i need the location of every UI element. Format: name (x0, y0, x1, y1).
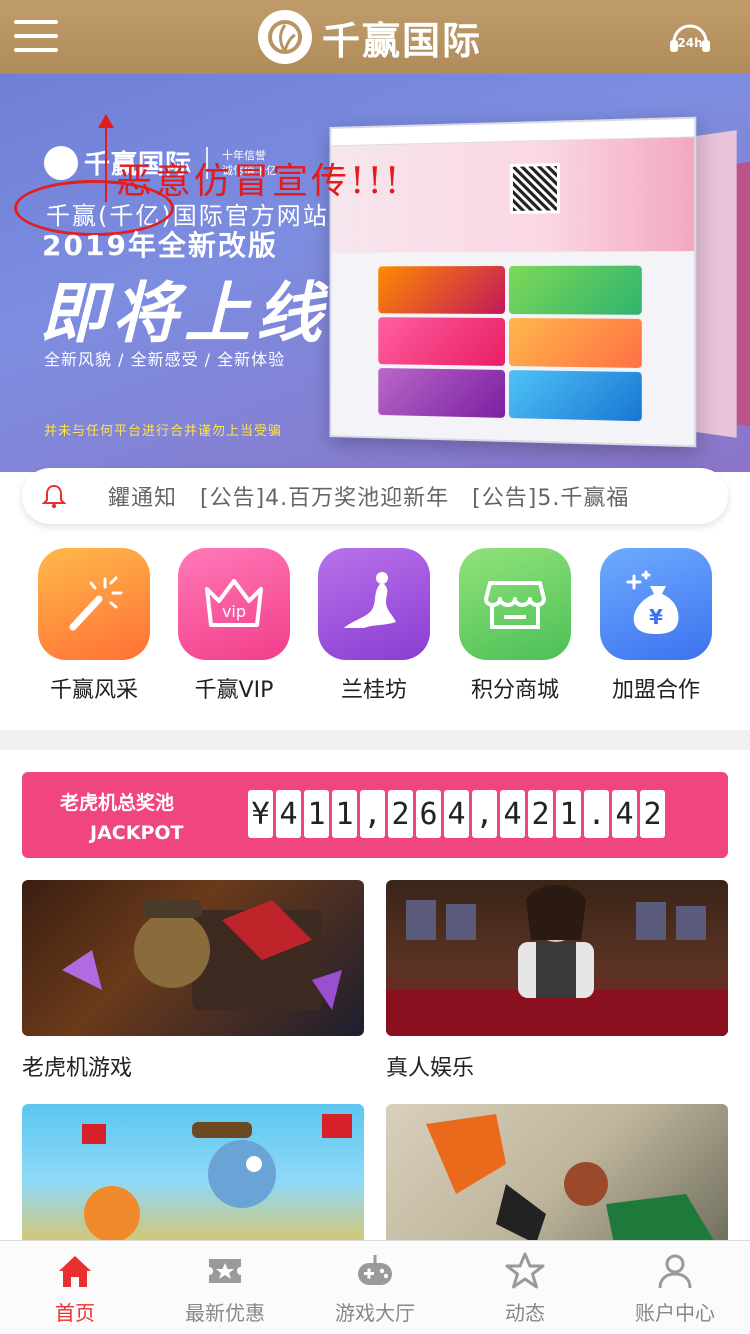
star-icon (505, 1251, 545, 1291)
jackpot-digit: 4 (612, 790, 637, 838)
bottom-tab-bar: 首页 最新优惠 游戏大厅 动态 账户中心 (0, 1240, 750, 1334)
tab-label: 动态 (505, 1301, 545, 1325)
jackpot-digit: 4 (276, 790, 301, 838)
jackpot-digit: ¥ (248, 790, 273, 838)
vip-crown-icon: vip (178, 548, 290, 660)
quick-link-shop[interactable]: 积分商城 (458, 548, 572, 704)
slots-thumbnail (22, 880, 364, 1036)
brand-logo[interactable]: 千赢国际 (258, 10, 482, 64)
jackpot-digit: 4 (444, 790, 469, 838)
jackpot-panel: 老虎机总奖池 JACKPOT ¥4 1 1, 2 6 4, 4 2 1. 4 2 (22, 772, 728, 858)
quick-link-label: 兰桂坊 (340, 678, 407, 703)
bell-icon (41, 484, 67, 509)
tab-promotions[interactable]: 最新优惠 (150, 1241, 300, 1334)
section-divider (0, 730, 750, 750)
jackpot-digit: 4 (500, 790, 525, 838)
shop-icon (459, 548, 571, 660)
jackpot-amount: ¥4 1 1, 2 6 4, 4 2 1. 4 2 (248, 790, 668, 838)
lady-silhouette-icon (318, 548, 430, 660)
hamburger-menu-icon[interactable] (14, 16, 60, 56)
banner-disclaimer: 并未与任何平台进行合并谨勿上当受骗 (44, 424, 283, 439)
home-icon (55, 1251, 95, 1291)
jackpot-subtitle: JACKPOT (90, 822, 184, 844)
game-card-label: 真人娱乐 (386, 1056, 475, 1081)
svg-text:24h: 24h (677, 36, 702, 50)
live-casino-thumbnail (386, 880, 728, 1036)
money-bag-icon: ¥ (600, 548, 712, 660)
tab-home[interactable]: 首页 (0, 1241, 150, 1334)
notice-text: 鑺通知 [公告]4.百万奖池迎新年 [公告]5.千赢福 (108, 486, 630, 511)
jackpot-digit: 2 (528, 790, 553, 838)
quick-link-style[interactable]: 千赢风采 (37, 548, 151, 704)
jackpot-digit: 1 (304, 790, 329, 838)
annotation-arrow-icon (98, 114, 114, 202)
tab-label: 游戏大厅 (335, 1301, 415, 1325)
quick-link-label: 积分商城 (470, 678, 559, 703)
ticket-star-icon (205, 1251, 245, 1291)
quick-link-label: 千赢风采 (49, 678, 138, 703)
quick-link-partner[interactable]: ¥ 加盟合作 (599, 548, 713, 704)
qr-code-icon (509, 162, 560, 214)
jackpot-digit: 6 (416, 790, 441, 838)
jackpot-digit: 2 (640, 790, 665, 838)
quick-link-label: 千赢VIP (194, 678, 274, 703)
jackpot-digit: 1 (332, 790, 357, 838)
notice-marquee[interactable]: 鑺通知 [公告]4.百万奖池迎新年 [公告]5.千赢福 (22, 468, 728, 524)
quick-links: 千赢风采 vip 千赢VIP 兰桂坊 积分商城 ¥ 加盟合作 (0, 548, 750, 718)
gamepad-icon (355, 1251, 395, 1291)
jackpot-digit: 2 (388, 790, 413, 838)
tab-label: 首页 (55, 1301, 95, 1325)
sports-thumbnail (386, 1104, 728, 1260)
jackpot-digit: . (584, 790, 609, 838)
promo-banner[interactable]: 千赢国际 十年信誉 诚信值千亿 千赢(千亿)国际官方网站 2019年全新改版 即… (0, 74, 750, 472)
tab-game-lobby[interactable]: 游戏大厅 (300, 1241, 450, 1334)
svg-text:vip: vip (222, 602, 246, 621)
banner-subheadline: 2019年全新改版 (42, 229, 278, 262)
brand-mark-icon (44, 145, 78, 180)
24h-support-icon[interactable]: 24h (666, 14, 714, 62)
quick-link-label: 加盟合作 (611, 678, 700, 703)
banner-big-title: 即将上线 (40, 274, 328, 352)
tab-label: 最新优惠 (185, 1301, 265, 1325)
fake-warning-text: 恶意仿冒宣传!!! (116, 161, 403, 202)
jackpot-digit: 1 (556, 790, 581, 838)
tab-label: 账户中心 (635, 1301, 715, 1325)
jackpot-title: 老虎机总奖池 (60, 792, 175, 814)
jackpot-digit: , (472, 790, 497, 838)
banner-tagline: 全新风貌 / 全新感受 / 全新体验 (44, 350, 286, 369)
tab-news[interactable]: 动态 (450, 1241, 600, 1334)
brand-name: 千赢国际 (322, 18, 483, 63)
fishing-thumbnail (22, 1104, 364, 1260)
game-card-live[interactable]: 真人娱乐 (386, 880, 728, 1082)
tab-account[interactable]: 账户中心 (600, 1241, 750, 1334)
game-card-slots[interactable]: 老虎机游戏 (22, 880, 364, 1082)
svg-text:¥: ¥ (649, 605, 663, 629)
quick-link-vip[interactable]: vip 千赢VIP (177, 548, 291, 704)
magic-wand-icon (38, 548, 150, 660)
brand-mark-icon (258, 10, 312, 64)
user-icon (655, 1251, 695, 1291)
jackpot-digit: , (360, 790, 385, 838)
app-header: 千赢国际 24h (0, 0, 750, 74)
game-card-label: 老虎机游戏 (22, 1056, 133, 1081)
quick-link-lkf[interactable]: 兰桂坊 (317, 548, 431, 704)
